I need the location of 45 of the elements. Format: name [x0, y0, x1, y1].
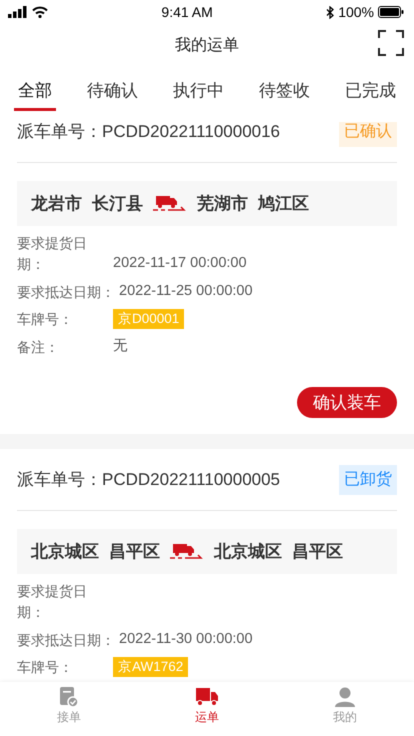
status-time: 9:41 AM [161, 2, 213, 22]
route-place: 北京城区 [31, 540, 99, 563]
field-label: 要求抵达日期： [17, 282, 115, 302]
order-number: 派车单号：PCDD20221110000005 [17, 468, 280, 491]
field-label: 要求抵达日期： [17, 630, 115, 650]
field-label: 车牌号： [17, 658, 74, 677]
confirm-loading-button[interactable]: 确认装车 [297, 386, 397, 418]
field-label: 要求提货日期： [17, 582, 88, 622]
route-place: 芜湖市 [197, 192, 248, 215]
tab[interactable]: 待确认 [83, 80, 142, 112]
truck-icon [170, 542, 204, 562]
route-place: 长汀县 [92, 192, 143, 215]
scan-button[interactable] [378, 30, 404, 56]
tab[interactable]: 执行中 [169, 80, 228, 112]
field-value: 2022-11-25 00:00:00 [119, 282, 253, 301]
tab[interactable]: 已完成 [341, 80, 400, 112]
field-value: 2022-11-30 00:00:00 [119, 630, 253, 649]
page-title: 我的运单 [175, 36, 239, 56]
field-label: 要求提货日期： [17, 234, 88, 274]
route-place: 龙岩市 [31, 192, 82, 215]
battery-icon [378, 6, 404, 18]
route-place: 鸠江区 [258, 192, 309, 215]
route-place: 昌平区 [292, 540, 343, 563]
status-tag: 已确认 [339, 122, 397, 146]
scan-icon [378, 30, 404, 56]
wifi-icon [32, 6, 48, 18]
plate-number: 京AW1762 [113, 657, 188, 678]
field-value: 2022-11-17 00:00:00 [113, 254, 247, 274]
route-place: 北京城区 [214, 540, 282, 563]
bluetooth-icon [326, 6, 334, 18]
nav-tab[interactable]: 运单 [138, 682, 276, 736]
person-icon [333, 686, 357, 708]
field-label: 备注： [17, 338, 60, 356]
battery-percent: 100% [338, 2, 374, 22]
route-place: 昌平区 [109, 540, 160, 563]
status-tag: 已卸货 [339, 464, 397, 494]
truck-icon [195, 686, 219, 708]
field-label: 车牌号： [17, 310, 74, 329]
order-number: 派车单号：PCDD20221110000016 [17, 122, 280, 143]
tab[interactable]: 全部 [14, 80, 56, 112]
plate-number: 京D00001 [113, 309, 184, 330]
tab[interactable]: 待签收 [255, 80, 314, 112]
truck-icon [153, 194, 187, 214]
field-value: 无 [113, 336, 128, 356]
signal-icon [8, 6, 28, 18]
